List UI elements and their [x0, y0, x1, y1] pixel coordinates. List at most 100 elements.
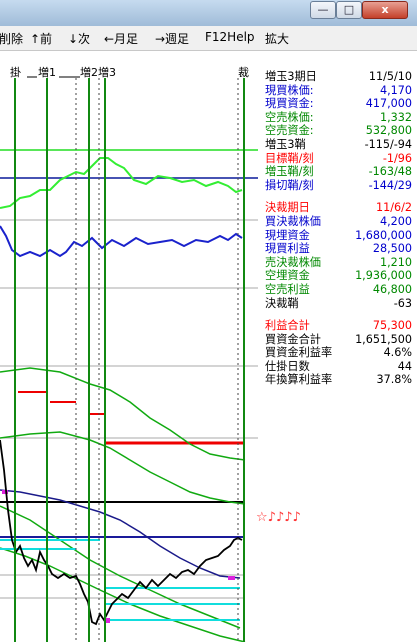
panel-row: 買決裁株価 4,200: [262, 215, 412, 229]
menu-weekly[interactable]: →週足: [155, 30, 189, 47]
panel-row-value: 28,500: [372, 242, 412, 256]
maximize-icon: □: [343, 3, 355, 16]
panel-row-label: 年換算利益率: [265, 373, 333, 387]
panel-row-label: 増玉3期日: [265, 70, 317, 83]
panel-row-value: 417,000: [365, 97, 412, 111]
upper-band-line: [0, 367, 246, 461]
panel-row-label: 増玉3鞘: [265, 137, 306, 151]
panel-row: 買資金合計 1,651,500: [262, 333, 412, 347]
panel-row-label: 買資金合計: [265, 332, 321, 346]
panel-row-value: -144/29: [368, 178, 412, 192]
panel-row-label: 現買資金:: [265, 97, 314, 111]
panel-row-value: 1,210: [379, 255, 412, 269]
panel-row-value: -163/48: [368, 165, 412, 179]
menu-prev-month[interactable]: ←月足: [104, 30, 138, 47]
target-annotation: ☆♪♪♪♪: [256, 510, 301, 525]
marker-zou1: 増1: [38, 66, 56, 79]
panel-row: 買資金利益率 4.6%: [262, 346, 412, 360]
panel-row-value: 37.8%: [376, 373, 412, 387]
panel-row-label: 空売利益: [265, 282, 310, 296]
panel-row-label: 決裁期日: [265, 201, 310, 215]
menu-zoom[interactable]: 拡大: [265, 30, 289, 47]
marker-sai: 裁: [238, 66, 249, 79]
panel-row-value: 532,800: [365, 124, 412, 138]
panel-row-value: 46,800: [372, 282, 412, 296]
red-step-markers: [18, 391, 104, 415]
menu-delete[interactable]: 削除: [0, 30, 23, 47]
minimize-icon: —: [317, 3, 329, 16]
panel-row: 現買株価: 4,170: [262, 84, 412, 98]
panel-row-value: 4,170: [379, 83, 412, 97]
panel-row-value: 1,680,000: [355, 228, 412, 242]
window-titlebar: — □ x: [0, 0, 417, 27]
panel-row-value: -63: [393, 296, 412, 310]
close-icon: x: [381, 3, 389, 16]
panel-row-label: 買決裁株価: [265, 214, 321, 228]
panel-row-value: -1/96: [382, 151, 412, 165]
green-index-line: [0, 157, 243, 209]
panel-row-label: 仕掛日数: [265, 359, 310, 373]
menu-prev[interactable]: ↑前: [30, 30, 52, 47]
menu-help[interactable]: F12Help: [205, 30, 255, 44]
marker-zou2: 増2: [80, 66, 98, 79]
panel-row-value: 1,936,000: [355, 269, 412, 283]
navy-average-line: [0, 489, 241, 579]
price-line: [0, 439, 243, 626]
panel-row-value: 4,200: [379, 214, 412, 228]
summary-group: 利益合計 75,300 買資金合計 1,651,500 買資金利益率 4.6% 仕掛日数 44…: [262, 319, 412, 387]
panel-row-label: 空埋資金: [265, 269, 310, 283]
position-verticals: [14, 78, 245, 642]
panel-row-label: 損切鞘/刻: [265, 178, 314, 192]
close-button[interactable]: x: [362, 1, 408, 19]
panel-row: 増玉鞘/刻 -163/48: [262, 165, 412, 179]
panel-row-value: 11/6/2: [375, 201, 412, 215]
panel-row: 仕掛日数 44: [262, 360, 412, 374]
panel-row-value: 4.6%: [383, 346, 412, 360]
menu-bar: 削除 ↑前 ↓次 ←月足 →週足 F12Help 拡大: [0, 26, 417, 51]
panel-row-label: 空売資金:: [265, 124, 314, 138]
minimize-button[interactable]: —: [310, 1, 336, 19]
panel-row-label: 目標鞘/刻: [265, 151, 314, 165]
panel-row: 現買資金: 417,000: [262, 97, 412, 111]
panel-row: 決裁期日 11/6/2: [262, 201, 412, 215]
panel-row: 現買利益 28,500: [262, 242, 412, 256]
panel-row-value: 44: [397, 359, 412, 373]
panel-row: 損切鞘/刻 -144/29: [262, 179, 412, 193]
panel-row: 空埋資金 1,936,000: [262, 269, 412, 283]
panel-row: 決裁鞘 -63: [262, 297, 412, 311]
marker-zou3: 増3: [98, 66, 116, 79]
panel-row: 空売株価: 1,332: [262, 111, 412, 125]
panel-row: 増玉3期日 11/5/10: [262, 70, 412, 84]
marker-kake: 掛: [10, 66, 21, 79]
panel-row-label: 現買利益: [265, 242, 310, 256]
panel-row-label: 決裁鞘: [265, 296, 299, 310]
panel-row-value: -115/-94: [364, 137, 412, 151]
panel-row: 年換算利益率 37.8%: [262, 373, 412, 387]
menu-next[interactable]: ↓次: [68, 30, 90, 47]
grid-lines: [0, 149, 258, 599]
panel-row: 売決裁株価 1,210: [262, 256, 412, 270]
entry-group: 増玉3期日 11/5/10 現買株価: 4,170 現買資金: 417,000 空売株価: 1…: [262, 70, 412, 192]
panel-row-label: 増玉鞘/刻: [265, 165, 314, 179]
settlement-group: 決裁期日 11/6/2 買決裁株価 4,200 現埋資金 1,680,000 現買利益 28,…: [262, 201, 412, 310]
panel-row-value: 1,651,500: [355, 332, 412, 346]
maximize-button[interactable]: □: [336, 1, 362, 19]
panel-row-label: 買資金利益率: [265, 346, 333, 360]
cyan-segments: [0, 539, 240, 621]
panel-row-label: 利益合計: [265, 319, 310, 333]
panel-row-label: 現買株価:: [265, 83, 314, 97]
price-chart: [0, 76, 258, 642]
panel-row-label: 空売株価:: [265, 110, 314, 124]
blue-index-line: [0, 225, 243, 258]
panel-row: 現埋資金 1,680,000: [262, 229, 412, 243]
panel-row: 目標鞘/刻 -1/96: [262, 152, 412, 166]
position-markers: 掛 増1 増2 増3 裁: [0, 64, 258, 79]
panel-row: 増玉3鞘 -115/-94: [262, 138, 412, 152]
panel-row: 利益合計 75,300: [262, 319, 412, 333]
panel-row: 空売利益 46,800: [262, 283, 412, 297]
panel-row-value: 75,300: [372, 319, 412, 333]
panel-row: 空売資金: 532,800: [262, 124, 412, 138]
trade-info-panel: 増玉3期日 11/5/10 現買株価: 4,170 現買資金: 417,000 空売株価: 1…: [262, 70, 412, 387]
panel-row-label: 売決裁株価: [265, 255, 321, 269]
panel-row-value: 11/5/10: [368, 70, 412, 83]
